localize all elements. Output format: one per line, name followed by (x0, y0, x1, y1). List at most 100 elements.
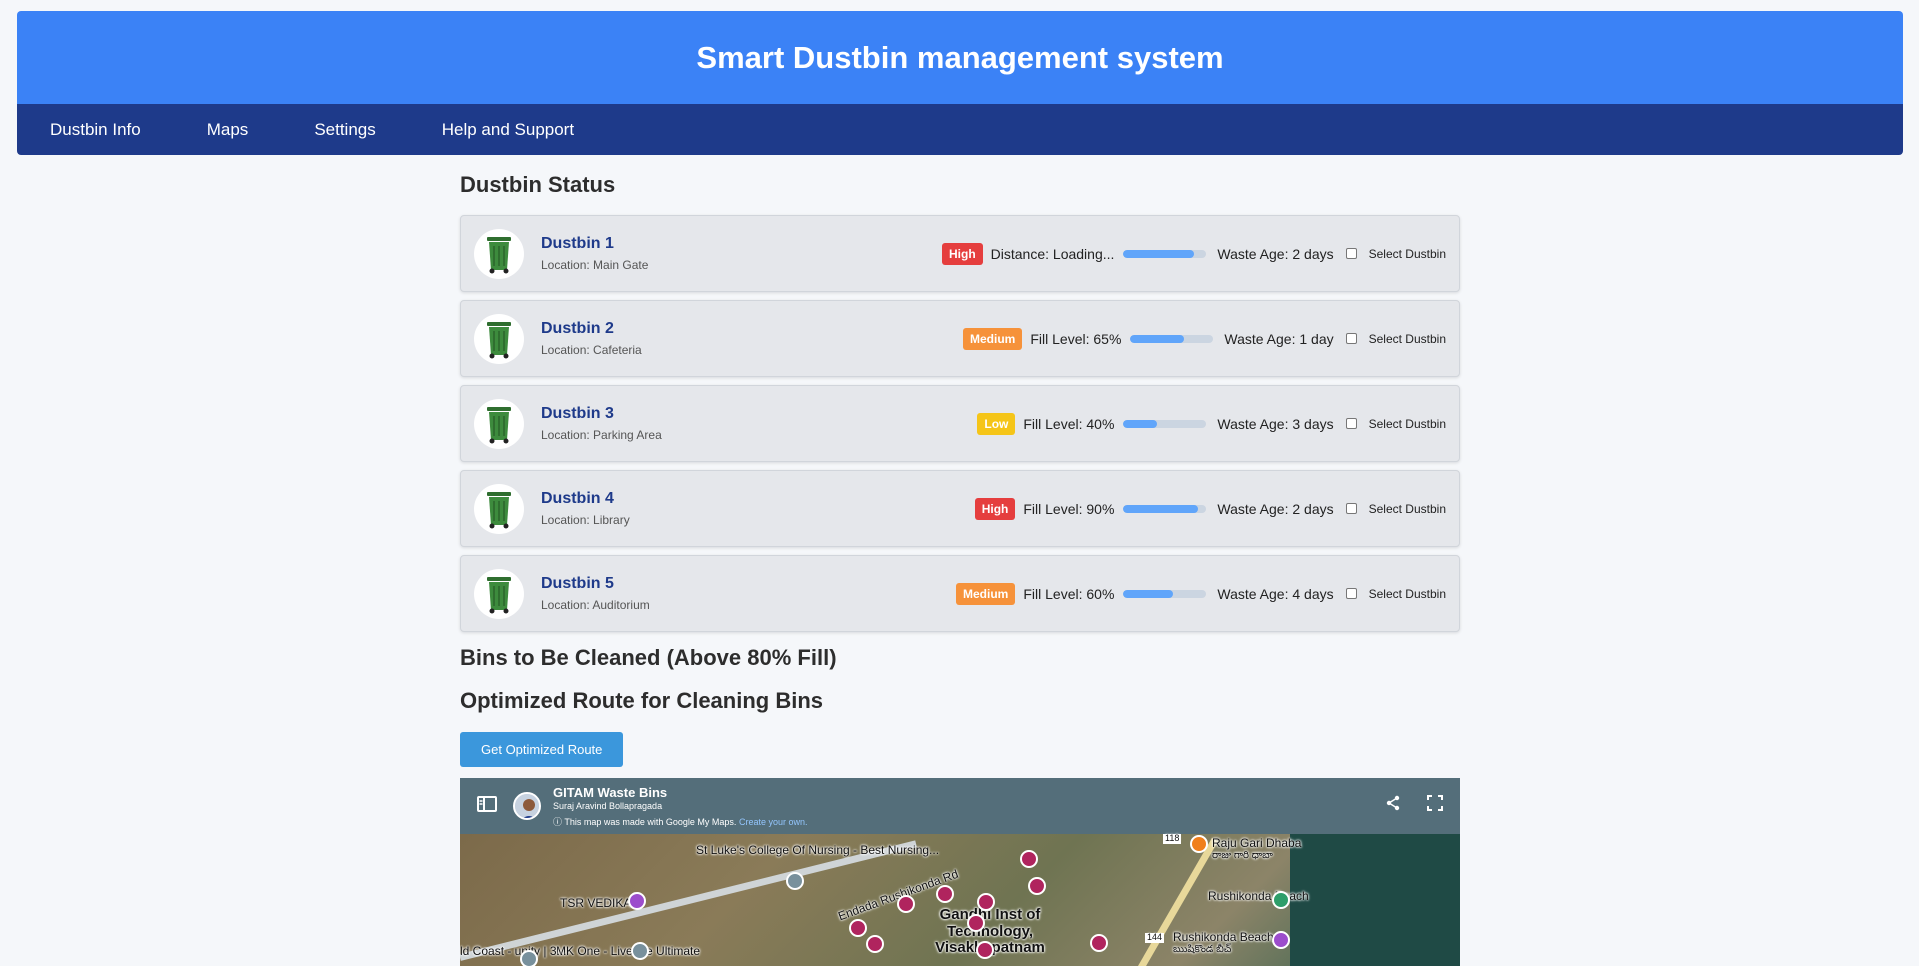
nav-dustbin-info[interactable]: Dustbin Info (50, 120, 141, 140)
fill-progress-bar (1123, 589, 1207, 598)
dustbin-icon (474, 483, 524, 534)
park-pin-icon[interactable] (1272, 891, 1290, 909)
nav-help-support[interactable]: Help and Support (442, 120, 574, 140)
bin-pin-icon[interactable] (1028, 877, 1046, 895)
venue-pin-icon[interactable] (628, 892, 646, 910)
bin-pin-icon[interactable] (1090, 934, 1108, 952)
school-pin-icon[interactable] (786, 872, 804, 890)
bin-pin-icon[interactable] (976, 941, 994, 959)
fill-progress-bar (1123, 419, 1207, 428)
route-shield-118: 118 (1163, 833, 1182, 844)
nav-maps[interactable]: Maps (207, 120, 249, 140)
fill-progress-value (1123, 589, 1174, 598)
dustbin-icon (474, 568, 524, 619)
select-dustbin-checkbox[interactable] (1345, 333, 1357, 344)
app-title: Smart Dustbin management system (696, 39, 1224, 75)
dustbin-name: Dustbin 4 (541, 490, 614, 507)
map-label-tsr: TSR VEDIKA (560, 896, 632, 910)
fill-metric: Distance: Loading... (990, 245, 1115, 262)
restaurant-pin-icon[interactable] (1190, 835, 1208, 853)
map-label-nursing: St Luke's College Of Nursing - Best Nurs… (696, 843, 940, 857)
map-label-mk-one: MK One - Live the Ultimate (556, 944, 701, 958)
bin-pin-icon[interactable] (849, 919, 867, 937)
fill-progress-bar (1130, 334, 1214, 343)
fill-progress-value (1123, 504, 1199, 513)
place-pin-icon[interactable] (520, 950, 538, 966)
bin-pin-icon[interactable] (1020, 850, 1038, 868)
select-dustbin-label[interactable]: Select Dustbin (1369, 587, 1446, 601)
main-nav: Dustbin Info Maps Settings Help and Supp… (17, 104, 1903, 155)
fill-progress-bar (1123, 504, 1207, 513)
fill-metric: Fill Level: 40% (1023, 415, 1115, 432)
priority-badge: High (941, 242, 983, 265)
select-dustbin-label[interactable]: Select Dustbin (1369, 502, 1446, 516)
map-label-raju: Raju Gari Dhaba (1212, 836, 1302, 850)
bin-pin-icon[interactable] (967, 914, 985, 932)
select-dustbin-checkbox[interactable] (1345, 588, 1357, 599)
dustbin-location: Location: Auditorium (541, 598, 650, 612)
optimized-route-title: Optimized Route for Cleaning Bins (460, 688, 824, 713)
waste-age: Waste Age: 2 days (1217, 245, 1334, 262)
select-dustbin-label[interactable]: Select Dustbin (1369, 247, 1446, 261)
fill-metric: Fill Level: 90% (1023, 500, 1115, 517)
priority-badge: Medium (956, 582, 1016, 605)
map-label-raju-te: రాజు గారి ధాబా (1212, 850, 1273, 861)
sea-area (1290, 834, 1460, 966)
map-note: ⓘ This map was made with Google My Maps.… (553, 815, 808, 828)
dustbin-card: Dustbin 3 Location: Parking Area Low Fill L… (460, 385, 1460, 462)
dustbin-location: Location: Library (541, 513, 630, 527)
select-dustbin-label[interactable]: Select Dustbin (1369, 332, 1446, 346)
road (460, 840, 917, 961)
beach-pin-icon[interactable] (1272, 931, 1290, 949)
dustbin-name: Dustbin 3 (541, 405, 614, 422)
dustbin-name: Dustbin 5 (541, 575, 614, 592)
dustbin-card: Dustbin 5 Location: Auditorium Medium Fill … (460, 555, 1460, 632)
fill-progress-value (1130, 334, 1185, 343)
share-icon[interactable] (1385, 795, 1401, 816)
map-note-text: This map was made with Google My Maps. (564, 816, 737, 827)
bin-pin-icon[interactable] (866, 935, 884, 953)
bin-pin-icon[interactable] (977, 893, 995, 911)
nav-settings[interactable]: Settings (314, 120, 375, 140)
get-optimized-route-button[interactable]: Get Optimized Route (460, 732, 624, 767)
dustbin-icon (474, 398, 524, 449)
select-dustbin-checkbox[interactable] (1345, 503, 1357, 514)
author-avatar (513, 792, 541, 820)
bin-pin-icon[interactable] (936, 885, 954, 903)
dustbin-location: Location: Cafeteria (541, 343, 642, 357)
fill-progress-value (1123, 419, 1157, 428)
dustbin-icon (474, 313, 524, 364)
select-dustbin-checkbox[interactable] (1345, 418, 1357, 429)
map-header: GITAM Waste Bins Suraj Aravind Bollaprag… (460, 778, 1460, 834)
sidebar-toggle-icon[interactable] (477, 795, 497, 817)
dustbin-card: Dustbin 4 Location: Library High Fill Level… (460, 470, 1460, 547)
dustbin-location: Location: Parking Area (541, 428, 662, 442)
dustbin-name: Dustbin 2 (541, 320, 614, 337)
dustbin-status-title: Dustbin Status (460, 172, 616, 197)
fill-metric: Fill Level: 65% (1030, 330, 1122, 347)
place-pin-icon[interactable] (631, 942, 649, 960)
bin-pin-icon[interactable] (897, 895, 915, 913)
map-title[interactable]: GITAM Waste Bins (553, 785, 808, 800)
select-dustbin-label[interactable]: Select Dustbin (1369, 417, 1446, 431)
dustbin-list: Dustbin 1 Location: Main Gate High Distance… (460, 215, 1460, 632)
select-dustbin-checkbox[interactable] (1345, 248, 1357, 259)
fullscreen-icon[interactable] (1427, 795, 1443, 816)
waste-age: Waste Age: 1 day (1224, 330, 1334, 347)
embedded-map[interactable]: GITAM Waste Bins Suraj Aravind Bollaprag… (460, 778, 1460, 966)
fill-progress-value (1123, 249, 1194, 258)
map-label-rushikonda-beach-te: ఋషికొండ బీచ్ (1173, 944, 1232, 955)
route-shield-144: 144 (1145, 932, 1165, 943)
priority-badge: High (974, 497, 1016, 520)
map-label-rushikonda-beach: Rushikonda Beach (1173, 930, 1274, 944)
priority-badge: Medium (963, 327, 1023, 350)
waste-age: Waste Age: 2 days (1217, 500, 1334, 517)
dustbin-location: Location: Main Gate (541, 258, 649, 272)
dustbin-name: Dustbin 1 (541, 235, 614, 252)
map-label-rushikonda-park: Rushikonda Beach (1208, 889, 1309, 903)
main-content: Dustbin Status Dustbin 1 Location: Main G… (460, 155, 1460, 767)
map-canvas[interactable]: St Luke's College Of Nursing - Best Nurs… (460, 833, 1460, 966)
dustbin-card: Dustbin 2 Location: Cafeteria Medium Fill L… (460, 300, 1460, 377)
waste-age: Waste Age: 3 days (1217, 415, 1334, 432)
create-map-link[interactable]: Create your own. (739, 817, 808, 827)
